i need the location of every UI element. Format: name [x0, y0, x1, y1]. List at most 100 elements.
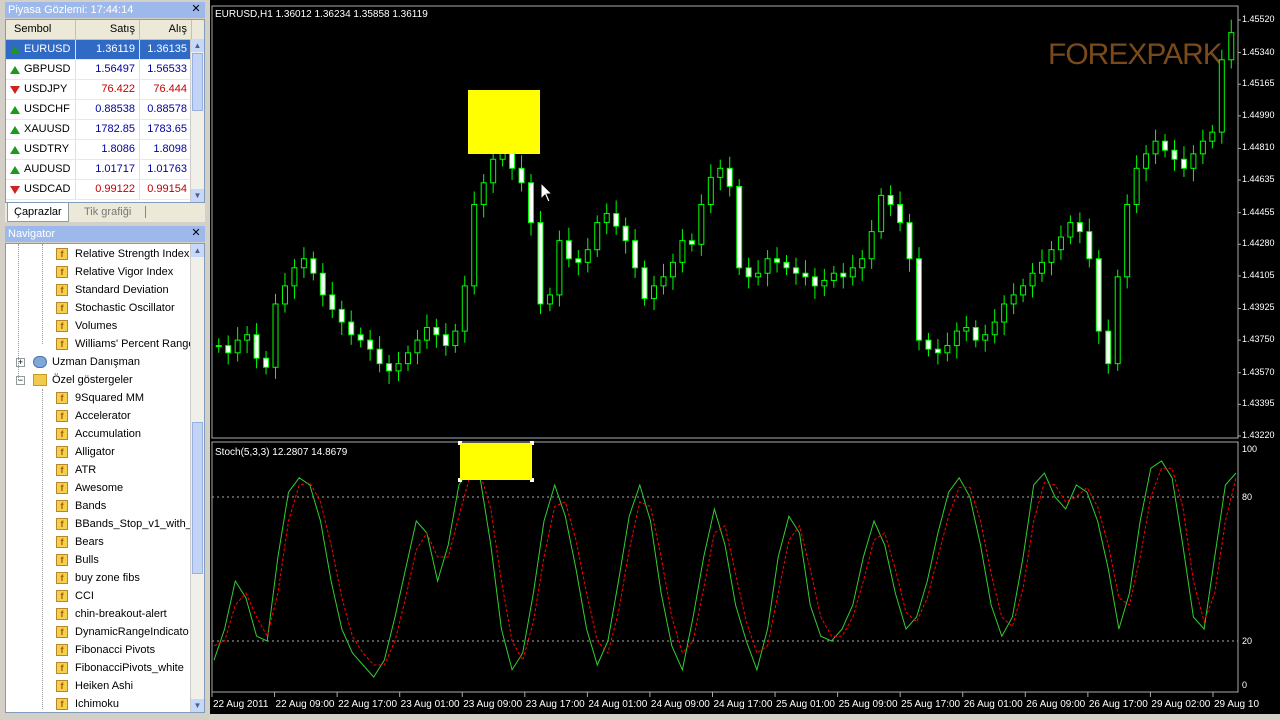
candle-body [972, 326, 979, 341]
time-tick-label: 25 Aug 17:00 [901, 699, 961, 710]
scroll-thumb[interactable] [192, 53, 203, 111]
navigator-item[interactable]: f Accelerator [56, 407, 131, 425]
price-tick-label: 1.45340 [1242, 46, 1275, 57]
candle-body [1162, 140, 1169, 151]
sell-price: 76.422 [76, 80, 140, 99]
candle-body [982, 334, 989, 341]
navigator-item[interactable]: f Awesome [56, 479, 123, 497]
navigator-item[interactable]: f ATR [56, 461, 96, 479]
column-header-symbol[interactable]: Sembol [6, 20, 76, 39]
stoch-main-line [213, 460, 1237, 678]
navigator-item[interactable]: f Volumes [56, 317, 117, 335]
folder-icon [33, 374, 47, 386]
table-row[interactable]: USDJPY 76.422 76.444 [6, 80, 204, 100]
chart-area[interactable]: EURUSD,H1 1.36012 1.36234 1.35858 1.3611… [210, 0, 1280, 720]
candle-body [329, 294, 336, 310]
candle-body [234, 339, 241, 354]
navigator-item[interactable]: f BBands_Stop_v1_with_ [56, 515, 192, 533]
candle-body [963, 326, 970, 332]
tab-crosses[interactable]: Çaprazlar [7, 203, 69, 222]
navigator-item[interactable]: f Stochastic Oscillator [56, 299, 175, 317]
navigator-item[interactable]: f Standard Deviation [56, 281, 169, 299]
time-tick-label: 23 Aug 01:00 [400, 699, 460, 710]
indicator-icon: f [56, 392, 68, 404]
table-row[interactable]: AUDUSD 1.01717 1.01763 [6, 160, 204, 180]
candle-body [651, 285, 658, 300]
column-header-sell[interactable]: Satış [76, 20, 140, 39]
navigator-item[interactable]: f 9Squared MM [56, 389, 144, 407]
sell-price: 1.56497 [76, 60, 140, 79]
scroll-down-icon[interactable]: ▼ [191, 699, 204, 712]
navigator-item[interactable]: f Alligator [56, 443, 115, 461]
scroll-down-icon[interactable]: ▼ [191, 189, 204, 202]
highlight-box-stoch[interactable] [460, 443, 532, 480]
navigator-scrollbar[interactable]: ▲ ▼ [190, 244, 204, 712]
scroll-up-icon[interactable]: ▲ [191, 39, 204, 52]
candle-body [263, 357, 270, 368]
candle-body [395, 363, 402, 372]
table-row[interactable]: USDCAD 0.99122 0.99154 [6, 180, 204, 200]
candle-body [944, 345, 951, 354]
time-tick-label: 24 Aug 17:00 [713, 699, 773, 710]
table-row[interactable]: USDCHF 0.88538 0.88578 [6, 100, 204, 120]
navigator-item[interactable]: f CCI [56, 587, 94, 605]
indicator-icon: f [56, 500, 68, 512]
stoch-pane-frame [211, 441, 1239, 693]
navigator-item[interactable]: f Ichimoku [56, 695, 119, 712]
candle-body [291, 267, 298, 287]
indicator-icon: f [56, 662, 68, 674]
navigator-item[interactable]: f Accumulation [56, 425, 141, 443]
time-tick-label: 23 Aug 09:00 [463, 699, 523, 710]
indicator-icon: f [56, 284, 68, 296]
navigator-item-label: Relative Strength Index [75, 248, 190, 260]
navigator-item[interactable]: f Bulls [56, 551, 99, 569]
symbol-cell: USDCHF [6, 100, 76, 119]
candle-body [603, 213, 610, 224]
navigator-item[interactable]: f Fibonacci Pivots [56, 641, 155, 659]
market-watch-scrollbar[interactable]: ▲ ▼ [190, 39, 204, 202]
navigator-item[interactable]: f Bears [56, 533, 104, 551]
navigator-item[interactable]: f Relative Strength Index [56, 245, 189, 263]
stoch-signal-line [213, 467, 1237, 666]
navigator-item[interactable]: Özel göstergeler [33, 371, 133, 389]
table-row[interactable]: XAUUSD 1782.85 1783.65 [6, 120, 204, 140]
chart-canvas[interactable] [210, 0, 1280, 720]
close-icon[interactable]: ✕ [190, 227, 202, 240]
table-row[interactable]: USDTRY 1.8086 1.8098 [6, 140, 204, 160]
navigator-item[interactable]: f DynamicRangeIndicato [56, 623, 189, 641]
navigator-item[interactable]: f buy zone fibs [56, 569, 140, 587]
tab-tick-chart[interactable]: Tik grafiği [78, 203, 137, 221]
indicator-icon: f [56, 554, 68, 566]
table-row[interactable]: EURUSD 1.36119 1.36135 [6, 40, 204, 60]
symbol-label: USDJPY [24, 83, 68, 95]
expert-advisor-icon [33, 356, 47, 368]
navigator-item[interactable]: f Williams' Percent Range [56, 335, 194, 353]
column-header-buy[interactable]: Alış [140, 20, 192, 39]
navigator-item[interactable]: f chin-breakout-alert [56, 605, 167, 623]
candle-body [1114, 276, 1121, 365]
scroll-up-icon[interactable]: ▲ [191, 244, 204, 257]
time-tick-label: 25 Aug 09:00 [838, 699, 898, 710]
arrow-up-icon [10, 125, 20, 134]
candle-body [792, 267, 799, 274]
navigator-item[interactable]: f Relative Vigor Index [56, 263, 173, 281]
navigator-item[interactable]: Uzman Danışman [33, 353, 140, 371]
indicator-icon: f [56, 446, 68, 458]
candle-body [660, 276, 667, 287]
close-icon[interactable]: ✕ [190, 3, 202, 16]
candle-body [868, 231, 875, 260]
navigator-item[interactable]: f Bands [56, 497, 106, 515]
table-row[interactable]: GBPUSD 1.56497 1.56533 [6, 60, 204, 80]
status-bar [0, 714, 1280, 720]
candle-body [622, 225, 629, 242]
candle-body [840, 272, 847, 278]
price-tick-label: 1.43220 [1242, 430, 1275, 440]
scroll-thumb[interactable] [192, 422, 203, 574]
buy-price: 1.01763 [140, 160, 192, 179]
navigator-item[interactable]: f FibonacciPivots_white [56, 659, 184, 677]
candle-body [915, 258, 922, 341]
candle-body [225, 345, 232, 354]
navigator-item[interactable]: f Heiken Ashi [56, 677, 133, 695]
indicator-icon: f [56, 338, 68, 350]
symbol-cell: USDJPY [6, 80, 76, 99]
